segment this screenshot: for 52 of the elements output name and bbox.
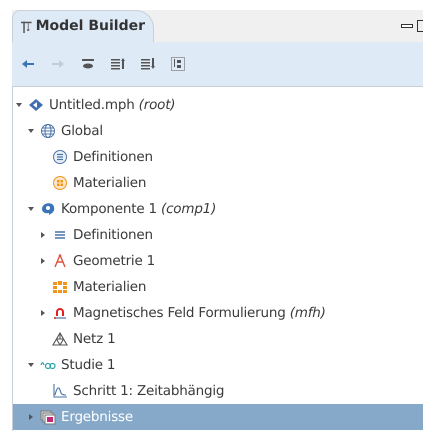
triangle-mesh-icon bbox=[52, 331, 68, 347]
tree-layout-icon[interactable] bbox=[170, 56, 186, 72]
expanded-arrow-icon[interactable] bbox=[16, 102, 22, 108]
item-label: Materialien bbox=[73, 174, 146, 193]
tree-item[interactable]: Netz 1 bbox=[13, 326, 423, 352]
item-label: Materialien bbox=[73, 278, 146, 297]
tree-item[interactable]: Global bbox=[13, 118, 423, 144]
item-label: Komponente 1 (comp1) bbox=[61, 200, 216, 219]
item-label: Ergebnisse bbox=[61, 408, 133, 427]
compass-icon bbox=[52, 253, 68, 269]
tree-item[interactable]: Komponente 1 (comp1) bbox=[13, 196, 423, 222]
list-circle-icon bbox=[52, 149, 68, 165]
panel-tab[interactable]: Model Builder bbox=[12, 10, 154, 42]
item-label: Netz 1 bbox=[73, 330, 116, 349]
tree-item[interactable]: Materialien bbox=[13, 274, 423, 300]
grid-circle-icon bbox=[52, 175, 68, 191]
tree-item[interactable]: Untitled.mph (root) bbox=[13, 92, 423, 118]
blob-icon bbox=[40, 201, 56, 217]
tree-item[interactable]: Geometrie 1 bbox=[13, 248, 423, 274]
item-label: Global bbox=[61, 122, 103, 141]
panel-title: Model Builder bbox=[36, 17, 145, 36]
grid-icon bbox=[52, 279, 68, 295]
tree-item[interactable]: Magnetisches Feld Formulierung (mfh) bbox=[13, 300, 423, 326]
tree-item[interactable]: Materialien bbox=[13, 170, 423, 196]
collapsed-arrow-icon[interactable] bbox=[40, 310, 46, 316]
item-label: Geometrie 1 bbox=[73, 252, 156, 271]
item-label: Schritt 1: Zeitabhängig bbox=[73, 382, 224, 401]
minimize-icon[interactable] bbox=[401, 22, 413, 30]
collapsed-arrow-icon[interactable] bbox=[40, 258, 46, 264]
item-label: Definitionen bbox=[73, 226, 153, 245]
expanded-arrow-icon[interactable] bbox=[28, 362, 34, 368]
expanded-arrow-icon[interactable] bbox=[28, 128, 34, 134]
item-label: Studie 1 bbox=[61, 356, 116, 375]
list-up-icon[interactable] bbox=[110, 56, 126, 72]
tree-item[interactable]: Studie 1 bbox=[13, 352, 423, 378]
crane-icon bbox=[21, 18, 32, 34]
stacked-windows-icon bbox=[40, 409, 56, 425]
maximize-icon[interactable] bbox=[417, 20, 423, 32]
tree-item[interactable]: Definitionen bbox=[13, 144, 423, 170]
collapsed-arrow-icon[interactable] bbox=[40, 232, 46, 238]
item-label: Untitled.mph (root) bbox=[49, 96, 176, 115]
list-down-icon[interactable] bbox=[140, 56, 156, 72]
item-label: Magnetisches Feld Formulierung (mfh) bbox=[73, 304, 326, 323]
magnet-icon bbox=[52, 305, 68, 321]
tree-item[interactable]: Definitionen bbox=[13, 222, 423, 248]
diamond-icon bbox=[28, 97, 44, 113]
expanded-arrow-icon[interactable] bbox=[28, 206, 34, 212]
item-label: Definitionen bbox=[73, 148, 153, 167]
tree-item[interactable]: Schritt 1: Zeitabhängig bbox=[13, 378, 423, 404]
graph-icon bbox=[52, 383, 68, 399]
collapsed-arrow-icon[interactable] bbox=[28, 414, 34, 420]
globe-icon bbox=[40, 123, 56, 139]
